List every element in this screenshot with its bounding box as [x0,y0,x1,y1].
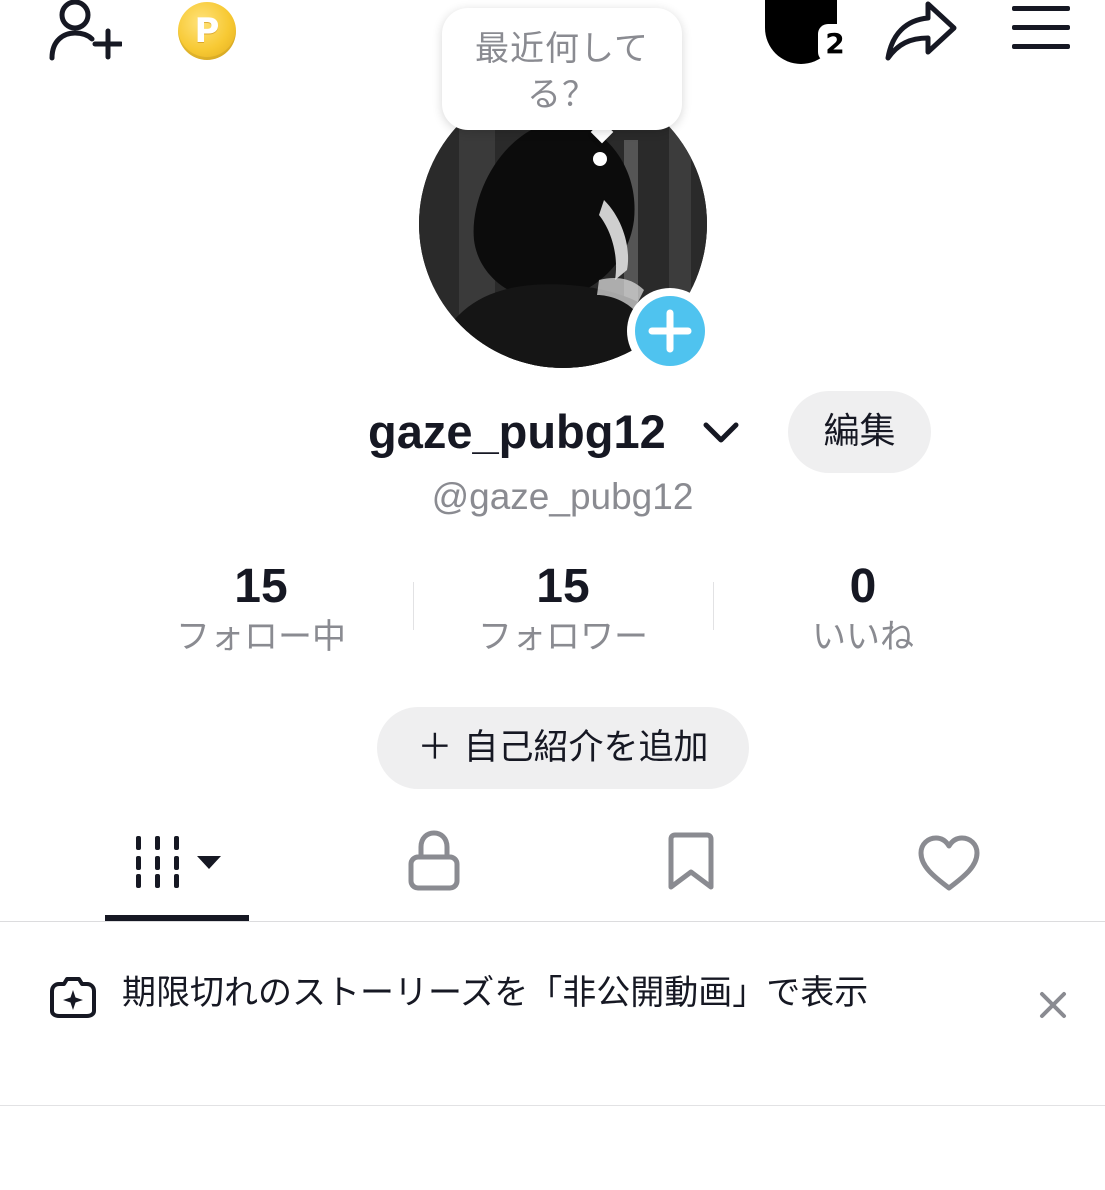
notice-divider [0,1105,1105,1106]
expired-stories-notice-text: 期限切れのストーリーズを「非公開動画」で表示 [122,973,869,1013]
status-bubble-text: 最近何してる？ [475,29,649,115]
heart-icon[interactable] [917,834,981,892]
stat-likes[interactable]: 0 いいね [713,556,1013,658]
coin-icon[interactable]: P [178,2,236,60]
videos-grid-icon[interactable] [134,834,224,890]
stat-likes-value: 0 [849,560,877,613]
close-icon[interactable] [1038,990,1068,1020]
stat-following-value: 15 [234,560,288,613]
hamburger-icon[interactable] [1010,4,1072,52]
stat-following[interactable]: 15 フォロー中 [111,556,411,658]
notification-badge: 2 [818,24,852,62]
username: @gaze_pubg12 [431,476,694,517]
person-plus-icon[interactable] [48,0,122,62]
add-bio-button[interactable]: ＋ 自己紹介を追加 [377,707,749,789]
status-bubble-dot [593,152,607,166]
lock-icon[interactable] [406,830,462,892]
display-name[interactable]: gaze_pubg12 [368,400,666,464]
stat-likes-label: いいね [812,617,914,657]
add-story-button[interactable] [627,288,713,374]
story-sparkle-icon [50,977,96,1018]
share-arrow-icon[interactable] [884,0,958,62]
bookmark-icon[interactable] [666,832,716,892]
stat-following-label: フォロー中 [176,617,346,657]
status-bubble[interactable]: 最近何してる？ [442,8,682,130]
coin-letter: P [194,11,220,51]
stat-followers[interactable]: 15 フォロワー [413,556,713,658]
plus-icon [648,309,692,353]
stat-followers-value: 15 [536,560,590,613]
edit-profile-button[interactable]: 編集 [788,391,931,473]
stat-followers-label: フォロワー [478,617,648,657]
chevron-down-icon[interactable] [702,420,740,446]
tab-divider [0,921,1105,922]
